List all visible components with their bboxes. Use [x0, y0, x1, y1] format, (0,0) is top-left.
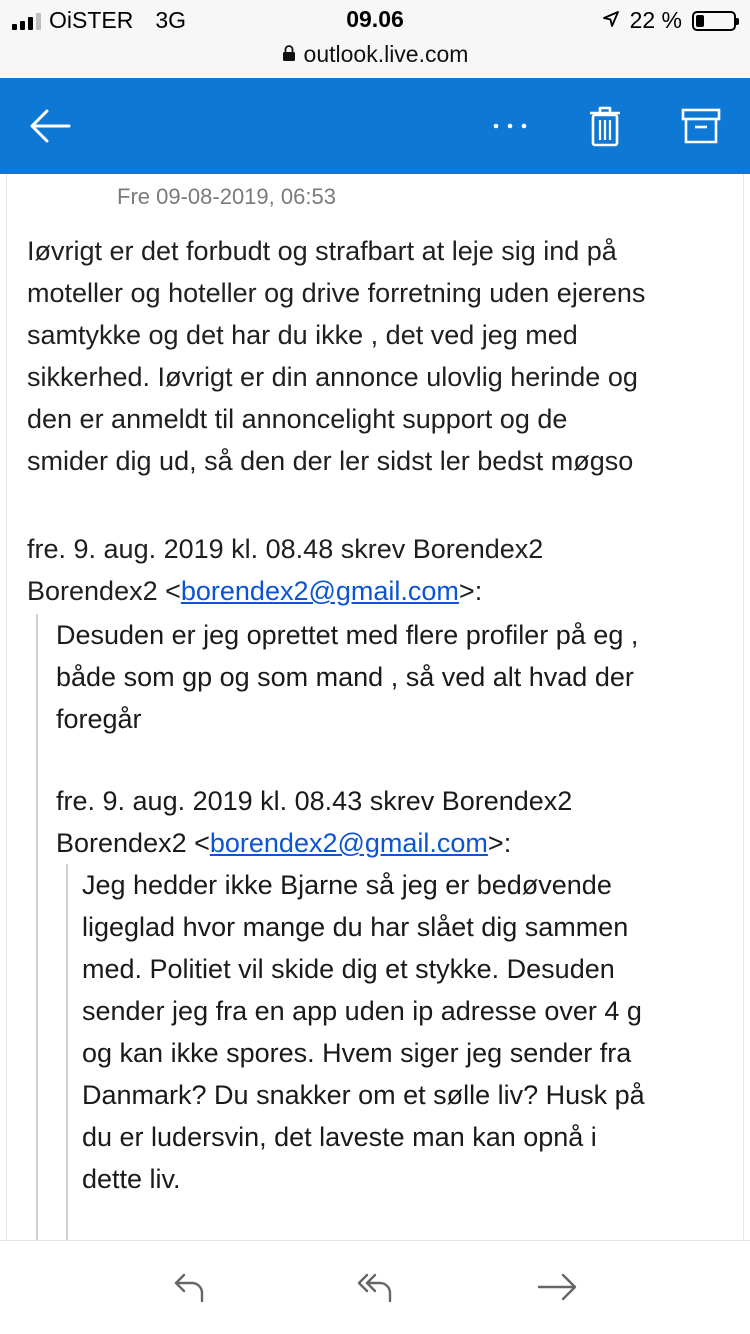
email-link[interactable]: borendex2@gmail.com — [181, 576, 459, 606]
back-arrow-icon — [30, 109, 71, 143]
quote-line: Desuden er jeg oprettet med flere profil… — [56, 620, 639, 650]
quote-bar — [36, 614, 38, 1240]
quote-line: og kan ikke spores. Hvem siger jeg sende… — [82, 1038, 632, 1068]
back-button[interactable] — [18, 78, 82, 174]
attribution-line: fre. 9. aug. 2019 kl. 08.48 skrev Borend… — [27, 534, 544, 564]
quote-attribution-2: fre. 9. aug. 2019 kl. 08.43 skrev Borend… — [56, 780, 726, 864]
reply-icon — [174, 1273, 204, 1303]
attribution-suffix: >: — [458, 576, 483, 606]
quote-line: Jeg hedder ikke Bjarne så jeg er bedøven… — [82, 870, 612, 900]
reply-all-icon — [357, 1273, 392, 1303]
quote-line: du er ludersvin, det laveste man kan opn… — [82, 1122, 597, 1152]
mail-toolbar — [0, 78, 750, 174]
status-bar: OiSTER 3G 09.06 22 % — [0, 0, 750, 40]
content-border-left — [6, 174, 7, 1240]
delete-button[interactable] — [574, 78, 636, 174]
quote-bar — [66, 864, 68, 1240]
reply-all-button[interactable] — [346, 1257, 406, 1317]
quote-line: Danmark? Du snakker om et sølle liv? Hus… — [82, 1080, 645, 1110]
lock-icon — [282, 41, 296, 68]
battery-percent: 22 % — [629, 7, 682, 33]
reply-button[interactable] — [160, 1257, 220, 1317]
quote-line: med. Politiet vil skide dig et stykke. D… — [82, 954, 615, 984]
archive-icon — [681, 108, 721, 144]
location-arrow-icon — [602, 7, 620, 34]
message-line: Iøvrigt er det forbudt og strafbart at l… — [27, 236, 617, 266]
sent-date: Fre 09-08-2019, 06:53 — [117, 184, 336, 209]
message-text: Iøvrigt er det forbudt og strafbart at l… — [27, 230, 717, 482]
quoted-message-1: Desuden er jeg oprettet med flere profil… — [36, 614, 726, 1240]
attribution-prefix: Borendex2 < — [56, 828, 210, 858]
message-line: samtykke og det har du ikke , det ved je… — [27, 320, 578, 350]
quote-text-1: Desuden er jeg oprettet med flere profil… — [56, 614, 726, 740]
url-bar[interactable]: outlook.live.com — [0, 40, 750, 78]
outlook-mobile-page: OiSTER 3G 09.06 22 % outlook.live.com Fr… — [0, 0, 750, 1334]
attribution-prefix: Borendex2 < — [27, 576, 181, 606]
url-text: outlook.live.com — [303, 41, 469, 67]
content-border-right — [743, 174, 744, 1240]
attribution-line: fre. 9. aug. 2019 kl. 08.43 skrev Borend… — [56, 786, 573, 816]
forward-icon — [537, 1273, 577, 1301]
attribution-suffix: >: — [487, 828, 512, 858]
forward-button[interactable] — [528, 1257, 588, 1317]
quote-line: dette liv. — [82, 1164, 181, 1194]
message-body[interactable]: Fre 09-08-2019, 06:53 Iøvrigt er det for… — [0, 174, 750, 1240]
status-right: 22 % — [602, 7, 739, 34]
trash-icon — [590, 106, 620, 147]
quote-text-2: Jeg hedder ikke Bjarne så jeg er bedøven… — [82, 864, 716, 1200]
attribution-sender: Borendex2 <borendex2@gmail.com>: — [27, 570, 717, 612]
quote-line: sender jeg fra en app uden ip adresse ov… — [82, 996, 642, 1026]
quote-line: ligeglad hvor mange du har slået dig sam… — [82, 912, 629, 942]
archive-button[interactable] — [670, 78, 732, 174]
attribution-sender: Borendex2 <borendex2@gmail.com>: — [56, 822, 726, 864]
message-line: smider dig ud, så den der ler sidst ler … — [27, 446, 634, 476]
quote-line: både som gp og som mand , så ved alt hva… — [56, 662, 634, 692]
message-line: moteller og hoteller og drive forretning… — [27, 278, 646, 308]
quoted-message-2: Jeg hedder ikke Bjarne så jeg er bedøven… — [66, 864, 716, 1240]
more-options-button[interactable] — [478, 78, 542, 174]
battery-icon — [692, 10, 739, 31]
quote-attribution-1: fre. 9. aug. 2019 kl. 08.48 skrev Borend… — [27, 528, 717, 612]
message-line: den er anmeldt til annoncelight support … — [27, 404, 568, 434]
more-icon — [493, 123, 527, 129]
bottom-action-bar — [0, 1240, 750, 1334]
email-link[interactable]: borendex2@gmail.com — [210, 828, 488, 858]
quote-line: foregår — [56, 704, 142, 734]
message-line: sikkerhed. Iøvrigt er din annonce ulovli… — [27, 362, 638, 392]
